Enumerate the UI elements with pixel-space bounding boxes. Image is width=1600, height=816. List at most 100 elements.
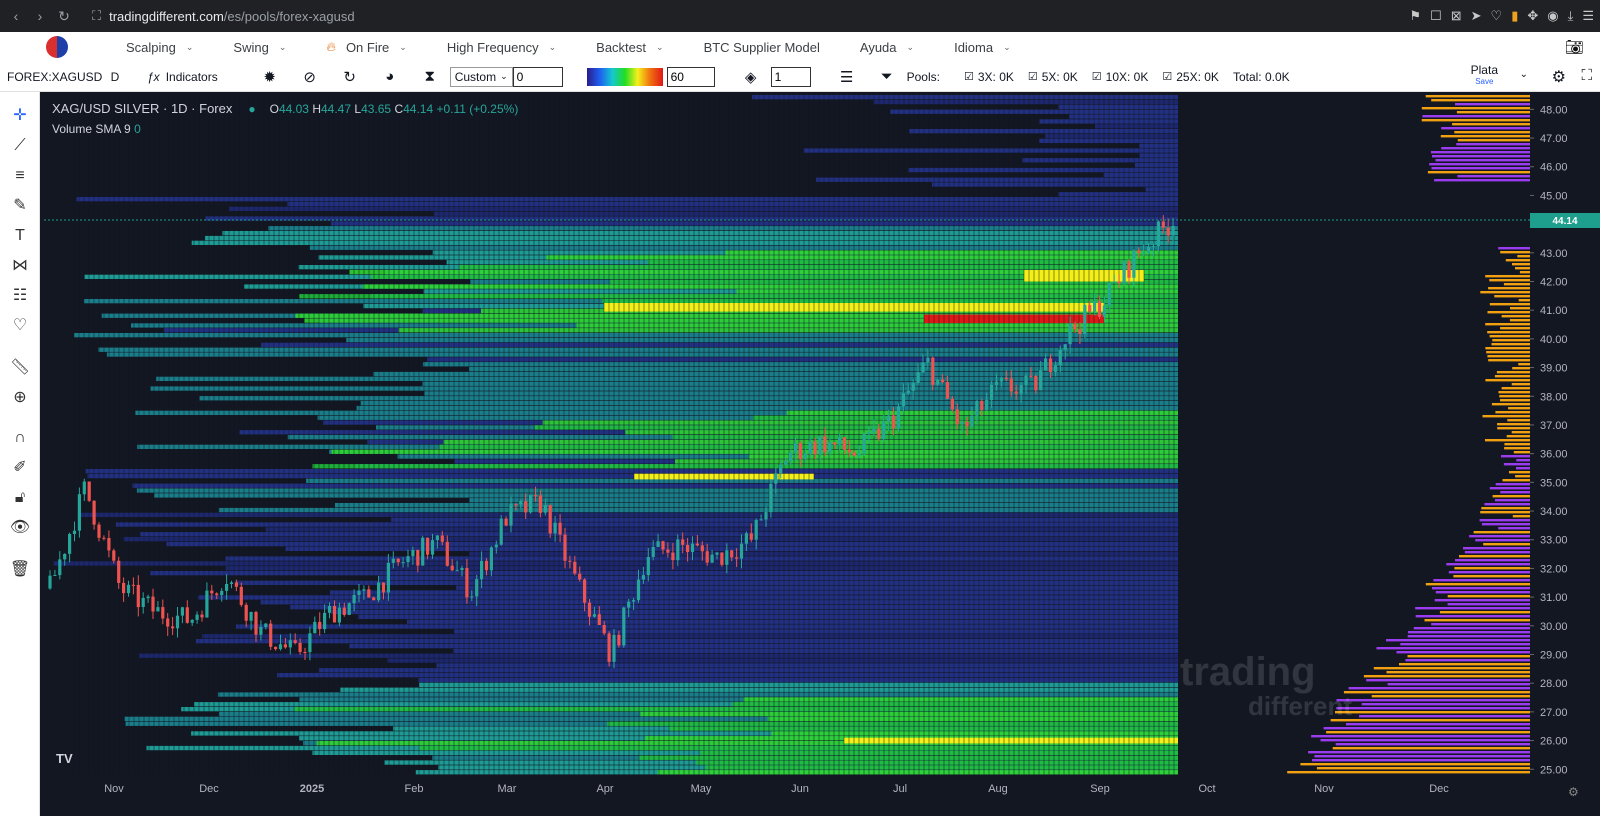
trend-line-icon[interactable]: ⟋ xyxy=(8,134,32,158)
crosshair-icon[interactable]: ✛ xyxy=(8,104,32,128)
settings-icon[interactable]: ⚙ xyxy=(1552,67,1566,87)
horizontal-lines-icon[interactable]: ≡ xyxy=(8,164,32,188)
nav-high-frequency[interactable]: High Frequency ⌄ xyxy=(447,40,556,55)
nav-on-fire[interactable]: 🔥︎ On Fire ⌄ xyxy=(326,39,406,55)
candle-body xyxy=(563,534,567,561)
legend-title[interactable]: XAG/USD SILVER · 1D · Forex xyxy=(52,101,232,117)
indicators-button[interactable]: ƒx Indicators xyxy=(147,70,218,84)
candle-body xyxy=(538,495,542,513)
high-value: 44.47 xyxy=(321,102,352,116)
back-icon[interactable]: ‹ xyxy=(4,8,28,24)
download-icon[interactable]: ⤓ xyxy=(1568,8,1574,24)
forward-icon[interactable]: › xyxy=(28,8,52,24)
heatmap-band xyxy=(198,595,1178,600)
text-icon[interactable]: T xyxy=(8,224,32,248)
volume-profile-bar xyxy=(1499,395,1530,398)
shield-icon[interactable]: ⊠ xyxy=(1451,8,1462,24)
heatmap-band xyxy=(229,206,1178,211)
high-label: H xyxy=(312,102,321,116)
candle-body xyxy=(950,398,954,410)
function-icon: ƒx xyxy=(147,69,160,84)
nav-scalping[interactable]: Scalping ⌄ xyxy=(126,40,193,55)
open-label: O xyxy=(269,102,279,116)
gear-icon[interactable]: ⚙ xyxy=(1568,785,1579,799)
tradingview-logo[interactable]: TV xyxy=(56,751,73,766)
eye-icon[interactable]: 👁︎ xyxy=(8,516,32,540)
save-link[interactable]: Save xyxy=(1471,76,1498,88)
magnet-icon[interactable]: ∩ xyxy=(8,426,32,450)
nav-ayuda[interactable]: Ayuda ⌄ xyxy=(860,40,914,55)
hourglass-icon[interactable]: ⧗ xyxy=(410,68,450,85)
volume-profile-bar xyxy=(1323,727,1530,730)
volume-profile-bar xyxy=(1441,147,1530,150)
pool-3x-toggle[interactable]: ☑ 3X: 0K xyxy=(964,70,1014,84)
time-tick-label: Nov xyxy=(104,783,124,795)
site-info-icon[interactable]: ⛶ xyxy=(92,8,101,24)
bookmark-icon[interactable]: ☐ xyxy=(1430,8,1442,24)
fib-retracement-icon[interactable]: ☷ xyxy=(8,284,32,308)
current-price-label: 44.14 xyxy=(1552,216,1577,227)
ruler-icon[interactable]: 📏︎ xyxy=(8,356,32,380)
nav-idioma[interactable]: Idioma ⌄ xyxy=(954,40,1011,55)
price-tick-label: 31.00 xyxy=(1540,592,1568,604)
time-axis[interactable] xyxy=(44,775,1600,816)
volume-profile-bar xyxy=(1405,659,1530,662)
extension-icon[interactable]: ▮ xyxy=(1511,8,1518,24)
lock-drawing-icon[interactable]: ✐ xyxy=(8,456,32,480)
layers-icon[interactable]: ◈ xyxy=(731,68,771,86)
low-value: 43.65 xyxy=(361,102,392,116)
timeframe-button[interactable]: D xyxy=(99,70,131,84)
brush-icon[interactable]: ✎ xyxy=(8,194,32,218)
mode-select[interactable]: Custom ⌄ xyxy=(449,66,513,87)
pool-5x-toggle[interactable]: ☑ 5X: 0K xyxy=(1028,70,1078,84)
layers-value-input[interactable] xyxy=(770,66,811,87)
favorites-heart-icon[interactable]: ♡ xyxy=(8,314,32,338)
address-bar[interactable]: ⛶ tradingdifferent.com/es/pools/forex-xa… xyxy=(92,8,355,24)
pool-10x-toggle[interactable]: ☑ 10X: 0K xyxy=(1092,70,1149,84)
volume-legend[interactable]: Volume SMA 9 0 xyxy=(52,121,518,137)
zoom-in-icon[interactable]: ⊕ xyxy=(8,386,32,410)
chevron-down-icon[interactable]: ⌄ xyxy=(1520,69,1528,80)
profile-icon[interactable]: ◉ xyxy=(1547,8,1558,24)
asset-selector[interactable]: Plata Save xyxy=(1471,64,1498,88)
pin-icon[interactable]: ⚑ xyxy=(1409,8,1421,24)
price-tick-label: 25.00 xyxy=(1540,764,1568,776)
heatmap-hot-band xyxy=(771,731,1178,736)
align-icon[interactable]: ☰ xyxy=(827,68,867,86)
gradient-value-input[interactable] xyxy=(666,66,715,87)
reload-icon[interactable]: ↻ xyxy=(52,8,76,25)
site-logo[interactable] xyxy=(46,36,68,58)
volume-profile-bar xyxy=(1498,247,1530,250)
volume-profile-bar xyxy=(1400,643,1530,646)
candle-body xyxy=(906,390,910,394)
send-icon[interactable]: ➤ xyxy=(1471,8,1482,24)
volume-profile-bar xyxy=(1519,271,1530,274)
eye-off-icon[interactable]: ⊘ xyxy=(290,68,330,86)
nav-btc-supplier-model[interactable]: BTC Supplier Model xyxy=(704,40,820,55)
settings-sun-icon[interactable]: ✹ xyxy=(250,68,290,86)
candle-body xyxy=(210,590,214,594)
custom-value-input[interactable] xyxy=(512,66,563,87)
heatmap-band xyxy=(456,585,1178,590)
color-gradient-slider[interactable] xyxy=(586,67,663,86)
nav-backtest[interactable]: Backtest ⌄ xyxy=(596,40,663,55)
candle-body xyxy=(705,551,709,563)
nav-swing[interactable]: Swing ⌄ xyxy=(233,40,286,55)
pattern-icon[interactable]: ⋈ xyxy=(8,254,32,278)
puzzle-icon[interactable]: ✥ xyxy=(1527,8,1538,24)
symbol-search[interactable]: FOREX:XAGUSD xyxy=(7,70,102,84)
heart-icon[interactable]: ♡ xyxy=(1491,8,1503,24)
palette-icon[interactable]: ◕ xyxy=(370,68,410,85)
lock-icon[interactable]: 🔓︎ xyxy=(8,486,32,510)
trash-icon[interactable]: 🗑︎ xyxy=(8,558,32,582)
pool-25x-toggle[interactable]: ☑ 25X: 0K xyxy=(1162,70,1219,84)
time-tick-label: Dec xyxy=(199,783,219,795)
camera-icon[interactable]: 📷︎ xyxy=(1565,38,1584,56)
refresh-icon[interactable]: ↻ xyxy=(330,68,370,86)
fullscreen-icon[interactable]: ⛶ xyxy=(1581,67,1592,84)
candle-body xyxy=(1073,323,1077,330)
menu-icon[interactable]: ☰ xyxy=(1582,8,1594,24)
filter-icon[interactable]: ⏷ xyxy=(867,68,907,85)
price-chart[interactable]: 48.0047.0046.0045.0044.0043.0042.0041.00… xyxy=(44,95,1600,816)
candle-body xyxy=(744,533,748,544)
